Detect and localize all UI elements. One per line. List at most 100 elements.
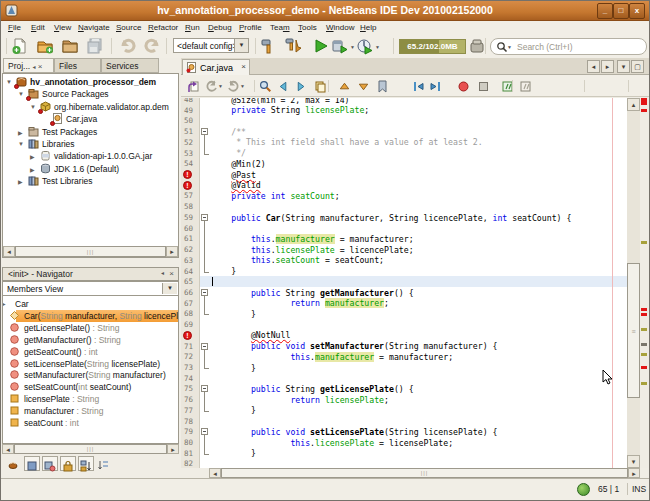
maximize-button[interactable]: □ (613, 3, 629, 19)
shift-right-icon[interactable] (429, 79, 443, 93)
filter-inherited-icon[interactable] (6, 456, 22, 471)
navigator-item[interactable]: Car(String manufacturer, String licenceP… (3, 310, 179, 322)
menu-run[interactable]: Run (185, 23, 200, 32)
maximize-editor-button[interactable]: ▢ (631, 60, 644, 73)
fold-toggle[interactable] (201, 128, 208, 135)
gc-icon[interactable] (468, 37, 486, 55)
forward-dropdown-icon[interactable]: ▼ (240, 83, 245, 89)
code-editor[interactable]: 48 @Size(min = 2, max = 14)49 private St… (181, 98, 627, 468)
clean-build-icon[interactable] (284, 37, 302, 55)
navigator-item[interactable]: getSeatCount() : int (3, 346, 179, 358)
forward-icon[interactable] (227, 79, 241, 93)
stripe-mark[interactable] (641, 353, 647, 356)
scroll-tabs-right-button[interactable]: ▸ (601, 60, 614, 73)
stripe-mark[interactable] (641, 313, 647, 316)
record-macro-icon[interactable] (457, 79, 471, 93)
find-next-icon[interactable] (295, 79, 309, 93)
fold-toggle[interactable] (201, 289, 208, 296)
projects-hscrollbar[interactable]: ◂ ▸ ||| (3, 246, 178, 257)
fold-toggle[interactable] (201, 385, 208, 392)
menu-window[interactable]: Window (326, 23, 354, 32)
navigator-item[interactable]: getLicensePlate() : String (3, 322, 179, 334)
navigator-item[interactable]: getManufacturer() : String (3, 334, 179, 346)
filter-non-public-icon[interactable] (60, 456, 76, 471)
menu-help[interactable]: Help (360, 23, 376, 32)
find-icon[interactable] (259, 79, 273, 93)
filter-static-icon[interactable] (42, 456, 58, 471)
toggle-bookmark-icon[interactable] (376, 79, 390, 93)
last-edit-icon[interactable] (187, 79, 201, 93)
tab-car-java[interactable]: Car.java × (182, 59, 250, 75)
memory-indicator[interactable]: 65.2/102.0MB (399, 39, 466, 54)
redo-icon[interactable] (143, 37, 161, 55)
tab-close-icon[interactable]: × (241, 62, 246, 71)
menu-edit[interactable]: Edit (31, 23, 45, 32)
navigator-item[interactable]: setLicensePlate(String licensePlate) (3, 358, 179, 370)
config-combobox[interactable]: <default config>▼ (173, 38, 249, 53)
search-input[interactable]: ▼ Search (Ctrl+I) (490, 38, 647, 55)
tab-services[interactable]: Services (101, 58, 159, 73)
stripe-mark[interactable] (641, 366, 647, 369)
stripe-mark[interactable] (641, 343, 647, 346)
minimize-button[interactable]: _ (597, 3, 613, 19)
filter-sort-alpha-icon[interactable] (78, 456, 94, 471)
menu-refactor[interactable]: Refactor (148, 23, 178, 32)
navigator-node-car[interactable]: ▶Car (3, 298, 179, 310)
profile-dropdown-icon[interactable]: ▼ (375, 44, 380, 50)
stripe-mark[interactable] (641, 98, 647, 105)
undo-icon[interactable] (119, 37, 137, 55)
fold-toggle[interactable] (201, 343, 208, 350)
debug-icon[interactable] (331, 37, 349, 55)
filter-sort-source-icon[interactable] (96, 456, 112, 471)
menu-view[interactable]: View (54, 23, 71, 32)
save-all-icon[interactable] (86, 37, 104, 55)
menu-profile[interactable]: Profile (239, 23, 262, 32)
stripe-mark[interactable] (641, 328, 647, 331)
members-view-combobox[interactable]: Members View▼ (2, 281, 179, 296)
navigator-item[interactable]: licensePlate : String (3, 393, 179, 405)
stripe-mark[interactable] (641, 308, 647, 311)
scroll-tabs-left-button[interactable]: ◂ (587, 60, 600, 73)
menu-navigate[interactable]: Navigate (78, 23, 110, 32)
menu-tools[interactable]: Tools (298, 23, 317, 32)
navigator-item[interactable]: setSeatCount(int seatCount) (3, 381, 179, 393)
editor-hscrollbar[interactable]: ◂ ▸ ||| (209, 468, 640, 478)
new-file-icon[interactable] (11, 37, 29, 55)
new-project-icon[interactable] (36, 37, 54, 55)
fold-toggle[interactable] (201, 214, 208, 221)
run-icon[interactable] (312, 37, 330, 55)
fold-toggle[interactable] (201, 428, 208, 435)
debug-dropdown-icon[interactable]: ▼ (350, 44, 355, 50)
menu-file[interactable]: File (8, 23, 21, 32)
build-icon[interactable] (259, 37, 277, 55)
combo-dropdown-icon[interactable]: ▼ (234, 39, 248, 52)
toggle-highlight-icon[interactable] (314, 79, 328, 93)
prev-bookmark-icon[interactable] (338, 79, 352, 93)
menu-source[interactable]: Source (116, 23, 141, 32)
next-bookmark-icon[interactable] (357, 79, 371, 93)
close-button[interactable]: x (629, 3, 645, 19)
tab-projects[interactable]: Proj... ◂ × (3, 58, 54, 73)
shift-left-icon[interactable] (412, 79, 426, 93)
filter-fields-icon[interactable] (24, 456, 40, 471)
navigator-hscrollbar[interactable]: ◂ ▸ ||| (2, 444, 179, 454)
menu-debug[interactable]: Debug (208, 23, 232, 32)
tab-list-button[interactable]: ▾ (617, 60, 630, 73)
back-dropdown-icon[interactable]: ▼ (218, 83, 223, 89)
open-project-icon[interactable] (61, 37, 79, 55)
navigator-item[interactable]: setManufacturer(String manufacturer) (3, 369, 179, 381)
find-prev-icon[interactable] (277, 79, 291, 93)
back-icon[interactable] (205, 79, 219, 93)
navigator-header[interactable]: <init> - Navigator◂× (2, 267, 179, 281)
error-stripe[interactable] (640, 98, 649, 468)
editor-vscrollbar[interactable]: ▴ ▾ ≡ (627, 98, 640, 468)
profile-icon[interactable] (356, 37, 374, 55)
stripe-mark[interactable] (641, 382, 647, 385)
stripe-mark[interactable] (641, 241, 647, 244)
search-dropdown-icon[interactable]: ▼ (507, 44, 512, 50)
title-bar[interactable]: hv_annotation_processor_demo - NetBeans … (1, 1, 649, 21)
tab-files[interactable]: Files (54, 58, 101, 73)
navigator-item[interactable]: manufacturer : String (3, 405, 179, 417)
menu-team[interactable]: Team (270, 23, 290, 32)
stop-macro-icon[interactable] (477, 79, 491, 93)
